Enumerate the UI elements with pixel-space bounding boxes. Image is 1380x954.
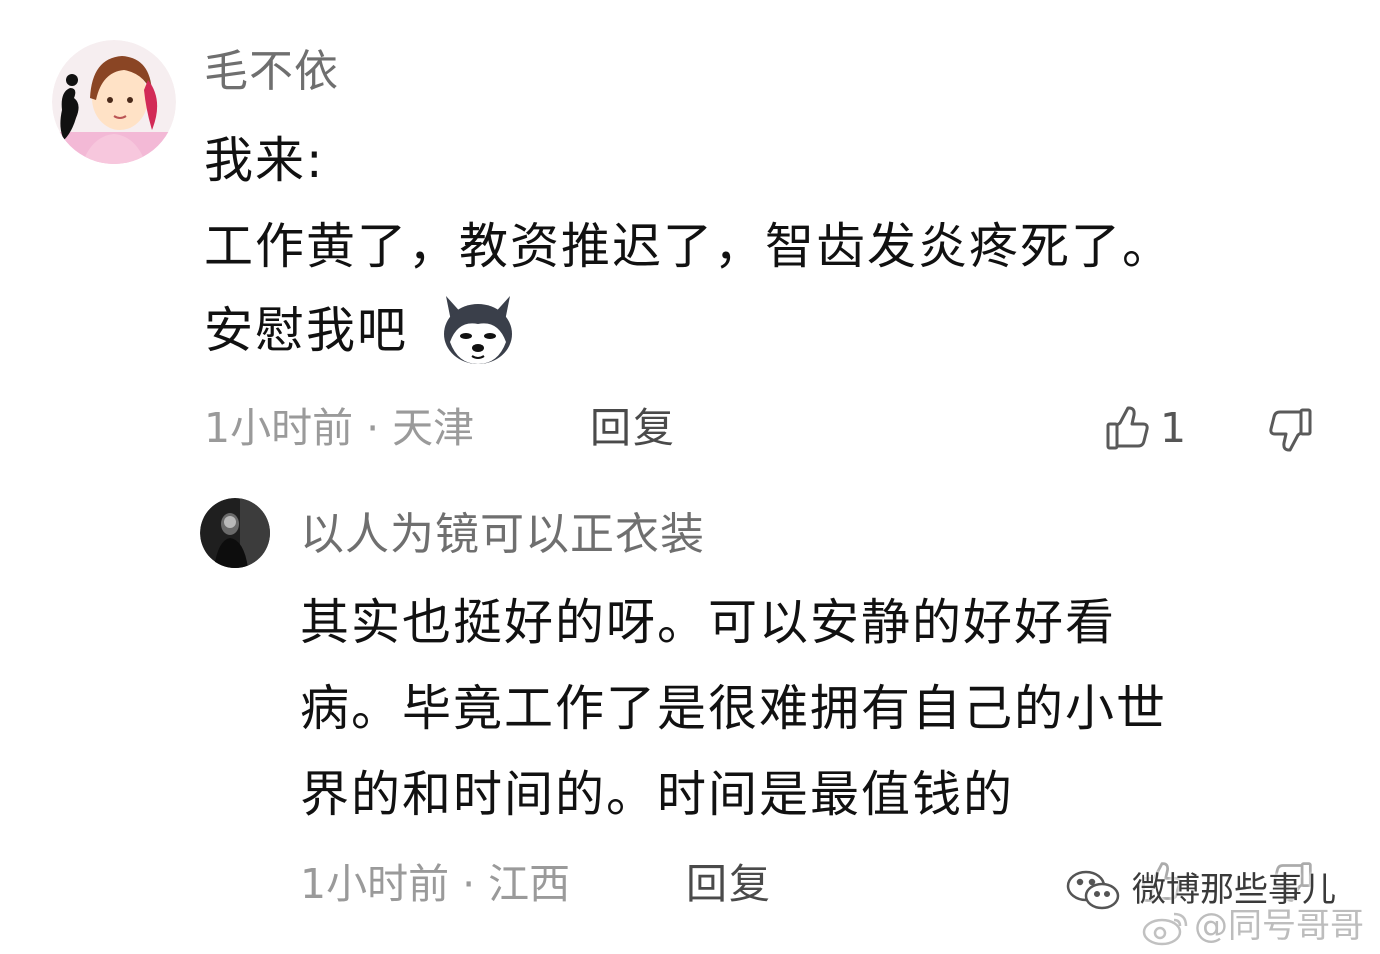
wechat-icon xyxy=(1064,868,1122,918)
comment-meta: 1小时前 · 天津 xyxy=(204,404,475,452)
thumbs-up-icon[interactable] xyxy=(1104,404,1152,456)
comment-username[interactable]: 毛不依 xyxy=(204,42,339,102)
comment-text-line: 我来: xyxy=(204,132,325,189)
comment-text-line: 工作黄了，教资推迟了，智齿发炎疼死了。 xyxy=(204,218,1174,275)
like-count: 1 xyxy=(1160,404,1187,452)
comment-text-line: 其实也挺好的呀。可以安静的好好看 xyxy=(300,594,1117,651)
comment-text-line: 安慰我吧 xyxy=(204,302,409,359)
comment-meta: 1小时前 · 江西 xyxy=(300,860,571,908)
dog-face-emoji xyxy=(438,290,518,374)
avatar[interactable] xyxy=(52,40,176,164)
weibo-icon xyxy=(1140,908,1192,952)
watermark-account: 微博那些事儿 xyxy=(1132,870,1336,910)
comment-text-line: 界的和时间的。时间是最值钱的 xyxy=(300,766,1015,823)
reply-button[interactable]: 回复 xyxy=(686,856,772,912)
reply-button[interactable]: 回复 xyxy=(590,400,676,456)
comment-username[interactable]: 以人为镜可以正衣装 xyxy=(300,505,705,565)
comment-text-line: 病。毕竟工作了是很难拥有自己的小世 xyxy=(300,680,1168,737)
avatar[interactable] xyxy=(200,498,270,568)
thumbs-down-icon[interactable] xyxy=(1266,406,1314,458)
watermark-handle: @同号哥哥 xyxy=(1194,906,1364,946)
